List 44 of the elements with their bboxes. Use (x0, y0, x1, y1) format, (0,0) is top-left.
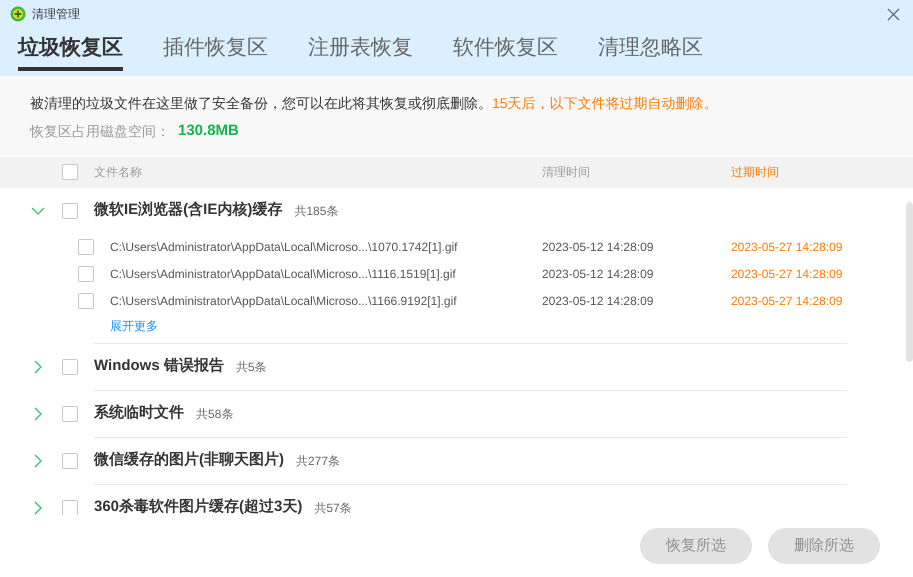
disk-usage-label: 恢复区占用磁盘空间： (30, 122, 170, 141)
cleaned-time: 2023-05-12 14:28:09 (542, 239, 654, 256)
notice-text: 被清理的垃圾文件在这里做了安全备份，您可以在此将其恢复或彻底删除。15天后，以下文件将过期自动删除。 (30, 94, 719, 113)
group-count: 共5条 (236, 358, 267, 376)
checkbox[interactable] (62, 406, 78, 422)
file-path: C:\Users\Administrator\AppData\Local\Microso...\1166.9192[1].gif (110, 293, 458, 310)
expiry-time: 2023-05-27 14:28:09 (731, 266, 842, 283)
checkbox[interactable] (62, 164, 78, 180)
column-header: 文件名称 (94, 164, 143, 181)
tab[interactable]: 注册表恢复 (308, 28, 413, 71)
group-count: 共57条 (314, 500, 352, 515)
disk-usage-value: 130.8MB (178, 121, 239, 141)
close-button[interactable] (885, 6, 901, 22)
checkbox[interactable] (78, 266, 94, 282)
cleaned-time: 2023-05-12 14:28:09 (542, 266, 654, 283)
group-count: 共185条 (294, 202, 338, 220)
expiry-time: 2023-05-27 14:28:09 (731, 239, 842, 256)
checkbox[interactable] (62, 202, 78, 218)
scrollbar[interactable] (906, 202, 913, 362)
group-name: 360杀毒软件图片缓存(超过3天) (94, 497, 302, 515)
tab[interactable]: 垃圾恢复区 (18, 28, 123, 71)
group-name: 微软IE浏览器(含IE内核)缓存 (94, 200, 282, 220)
group-name: 微信缓存的图片(非聊天图片) (94, 450, 284, 470)
file-path: C:\Users\Administrator\AppData\Local\Microso...\1070.1742[1].gif (110, 239, 458, 256)
expiry-time: 2023-05-27 14:28:09 (731, 293, 842, 310)
checkbox[interactable] (78, 293, 94, 309)
tab[interactable]: 软件恢复区 (453, 28, 558, 71)
checkbox[interactable] (62, 452, 78, 468)
show-more-link[interactable]: 展开更多 (110, 316, 158, 334)
tab[interactable]: 插件恢复区 (163, 28, 268, 71)
window-title: 清理管理 (32, 6, 80, 23)
tab[interactable]: 清理忽略区 (598, 28, 703, 71)
column-header: 过期时间 (731, 164, 779, 181)
group-count: 共58条 (196, 406, 234, 422)
cleaned-time: 2023-05-12 14:28:09 (542, 293, 654, 310)
column-header: 清理时间 (542, 164, 591, 181)
file-path: C:\Users\Administrator\AppData\Local\Microso...\1116.1519[1].gif (110, 266, 457, 283)
checkbox[interactable] (78, 239, 94, 255)
group-count: 共277条 (296, 452, 340, 470)
checkbox[interactable] (62, 358, 78, 374)
checkbox[interactable] (62, 500, 78, 515)
app-logo-icon (10, 6, 26, 22)
group-name: Windows 错误报告 (94, 356, 224, 376)
group-name: 系统临时文件 (94, 403, 184, 424)
